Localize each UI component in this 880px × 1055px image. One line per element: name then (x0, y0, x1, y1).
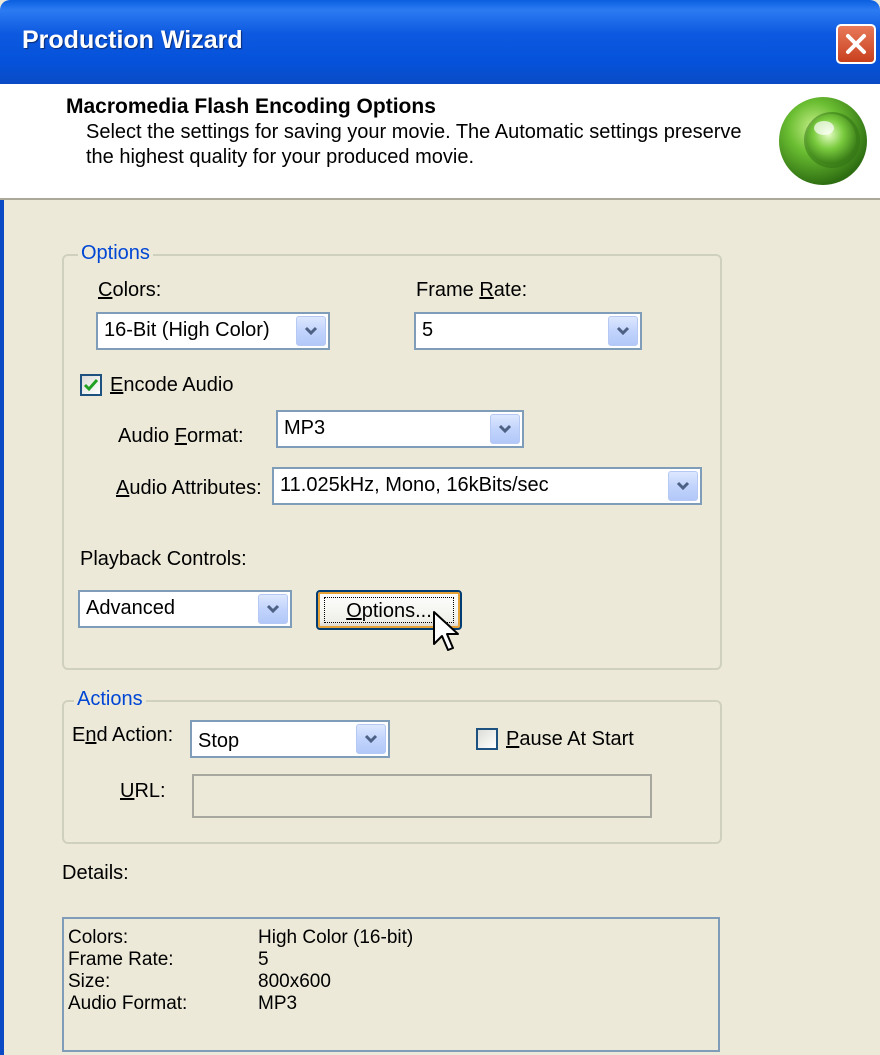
end-action-dropdown[interactable]: Stop (190, 720, 390, 758)
audio-attributes-label: Audio Attributes: (116, 477, 262, 499)
colors-dropdown-arrow[interactable] (296, 316, 326, 346)
playback-controls-dropdown-arrow[interactable] (258, 594, 288, 624)
colors-value: 16-Bit (High Color) (104, 319, 270, 341)
wizard-header: Macromedia Flash Encoding Options Select… (0, 84, 880, 200)
pause-at-start-label[interactable]: Pause At Start (506, 728, 634, 751)
chevron-down-icon (304, 326, 318, 336)
details-row-key: Size: (68, 971, 111, 992)
audio-format-value: MP3 (284, 417, 326, 439)
audio-attributes-dropdown[interactable]: 11.025kHz, Mono, 16kBits/sec (272, 467, 702, 505)
window-left-border (0, 200, 4, 1055)
colors-label: Colors: (98, 279, 162, 301)
details-row-value: 5 (258, 949, 269, 970)
details-row-key: Colors: (68, 927, 129, 948)
frame-rate-dropdown-arrow[interactable] (608, 316, 638, 346)
playback-controls-label: Playback Controls: (80, 548, 247, 570)
close-button[interactable] (836, 24, 876, 64)
camtasia-logo-icon (779, 97, 867, 185)
pause-at-start-checkbox[interactable] (476, 728, 498, 750)
audio-attributes-value: 11.025kHz, Mono, 16kBits/sec (280, 474, 549, 496)
encode-audio-label[interactable]: Encode Audio (110, 374, 233, 397)
details-row-key: Audio Format: (68, 993, 188, 1014)
actions-groupbox (62, 700, 722, 844)
checkmark-icon (83, 379, 99, 392)
chevron-down-icon (498, 424, 512, 434)
frame-rate-value: 5 (422, 319, 434, 341)
end-action-label: End Action: (72, 724, 174, 746)
details-row-value: MP3 (258, 993, 298, 1014)
chevron-down-icon (266, 604, 280, 614)
playback-controls-dropdown[interactable]: Advanced (78, 590, 292, 628)
audio-attributes-dropdown-arrow[interactable] (668, 471, 698, 501)
audio-format-label: Audio Format: (118, 425, 244, 447)
mouse-pointer-icon (433, 611, 459, 651)
close-icon (846, 34, 866, 54)
frame-rate-dropdown[interactable]: 5 (414, 312, 642, 350)
url-input[interactable] (192, 774, 652, 818)
audio-format-dropdown[interactable]: MP3 (276, 410, 524, 448)
end-action-dropdown-arrow[interactable] (356, 724, 386, 754)
header-title: Macromedia Flash Encoding Options (66, 95, 436, 118)
details-row-value: 800x600 (258, 971, 331, 992)
end-action-value: Stop (198, 730, 240, 752)
details-panel: Colors: High Color (16-bit) Frame Rate: … (62, 917, 720, 1052)
details-row-key: Frame Rate: (68, 949, 174, 970)
details-row-value: High Color (16-bit) (258, 927, 414, 948)
encode-audio-checkbox[interactable] (80, 374, 102, 396)
options-group-label: Options (78, 242, 153, 265)
chevron-down-icon (364, 734, 378, 744)
header-description: Select the settings for saving your movi… (86, 121, 742, 168)
playback-controls-value: Advanced (86, 597, 175, 619)
chevron-down-icon (616, 326, 630, 336)
frame-rate-label: Frame Rate: (416, 279, 528, 301)
audio-format-dropdown-arrow[interactable] (490, 414, 520, 444)
colors-dropdown[interactable]: 16-Bit (High Color) (96, 312, 330, 350)
details-label: Details: (62, 862, 129, 884)
chevron-down-icon (676, 481, 690, 491)
actions-group-label: Actions (74, 688, 146, 711)
window-title: Production Wizard (22, 26, 243, 54)
url-label: URL: (120, 780, 166, 802)
title-bar: Production Wizard (0, 0, 880, 84)
